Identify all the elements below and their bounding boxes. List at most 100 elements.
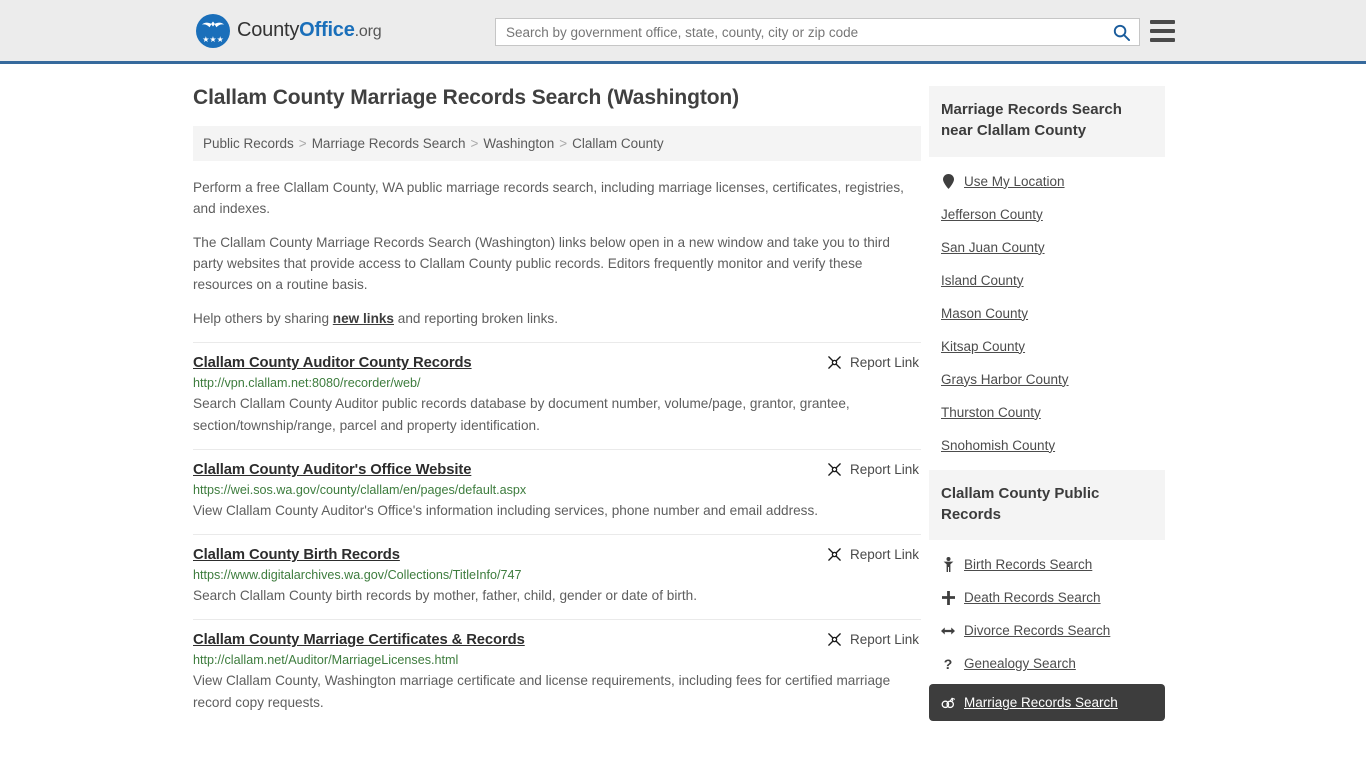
records-item-link[interactable]: Birth Records Search — [964, 557, 1092, 572]
eagle-seal-icon: ★★★ — [196, 13, 230, 48]
records-item-marriage-records-search[interactable]: Marriage Records Search — [929, 684, 1165, 722]
help-paragraph: Help others by sharing new links and rep… — [193, 308, 921, 329]
question-mark-icon-wrap: ? — [941, 657, 955, 671]
nearby-item-link[interactable]: Kitsap County — [941, 339, 1025, 354]
new-links-link[interactable]: new links — [333, 311, 394, 326]
report-link-button[interactable]: Report Link — [827, 355, 921, 370]
result-url[interactable]: http://vpn.clallam.net:8080/recorder/web… — [193, 376, 921, 390]
main-column: Clallam County Marriage Records Search (… — [193, 64, 921, 729]
nearby-item-link[interactable]: Grays Harbor County — [941, 372, 1069, 387]
report-link-label: Report Link — [849, 355, 919, 371]
logo-wordmark: CountyOffice.org — [237, 19, 382, 42]
result-item: Clallam County Auditor County Records Rep… — [193, 342, 921, 449]
result-item: Clallam County Auditor's Office Website R… — [193, 449, 921, 534]
records-item-divorce-records-search[interactable]: Divorce Records Search — [929, 614, 1165, 647]
intro-paragraph-2: The Clallam County Marriage Records Sear… — [193, 235, 890, 293]
nearby-item-grays-harbor-county[interactable]: Grays Harbor County — [929, 363, 1165, 396]
records-item-link[interactable]: Death Records Search — [964, 590, 1101, 605]
nearby-item-snohomish-county[interactable]: Snohomish County — [929, 429, 1165, 462]
result-description: Search Clallam County Auditor public rec… — [193, 396, 850, 434]
nearby-item-link[interactable]: Island County — [941, 273, 1024, 288]
rings-icon-wrap — [941, 697, 955, 709]
result-url[interactable]: https://www.digitalarchives.wa.gov/Colle… — [193, 568, 921, 582]
result-title-link[interactable]: Clallam County Birth Records — [193, 547, 400, 563]
unlink-icon — [828, 463, 841, 477]
rings-icon — [941, 697, 955, 708]
content-container: Clallam County Marriage Records Search (… — [193, 64, 1173, 729]
result-description: View Clallam County Auditor's Office's i… — [193, 503, 819, 519]
nearby-item-island-county[interactable]: Island County — [929, 264, 1165, 297]
search-icon — [1113, 24, 1130, 41]
result-url[interactable]: https://wei.sos.wa.gov/county/clallam/en… — [193, 483, 921, 497]
nearby-item-link[interactable]: Mason County — [941, 306, 1028, 321]
result-title-link[interactable]: Clallam County Auditor County Records — [193, 355, 472, 371]
nearby-item-jefferson-county[interactable]: Jefferson County — [929, 198, 1165, 231]
results-list: Clallam County Auditor County Records Rep… — [193, 342, 921, 726]
site-logo[interactable]: ★★★ CountyOffice.org — [196, 13, 382, 48]
hamburger-menu-icon[interactable] — [1150, 20, 1175, 42]
breadcrumb-item-public-records[interactable]: Public Records — [203, 136, 294, 151]
logo-text-office: Office — [299, 19, 355, 41]
nearby-item-link[interactable]: Jefferson County — [941, 207, 1043, 222]
search-button[interactable] — [1103, 19, 1139, 45]
breadcrumb-item-marriage-records-search[interactable]: Marriage Records Search — [312, 136, 466, 151]
records-item-link[interactable]: Divorce Records Search — [964, 623, 1110, 638]
breadcrumb-separator: > — [559, 136, 568, 151]
unlink-icon — [828, 548, 841, 562]
nearby-item-use-my-location[interactable]: Use My Location — [929, 165, 1165, 198]
nearby-item-link[interactable]: San Juan County — [941, 240, 1045, 255]
breadcrumb-item-clallam-county[interactable]: Clallam County — [572, 136, 664, 151]
result-description: Search Clallam County birth records by m… — [193, 588, 697, 604]
public-records-box: Clallam County Public Records Birth Reco… — [929, 469, 1165, 722]
records-item-link[interactable]: Genealogy Search — [964, 656, 1076, 671]
records-item-genealogy-search[interactable]: ? Genealogy Search — [929, 647, 1165, 680]
records-item-link[interactable]: Marriage Records Search — [964, 695, 1118, 710]
cross-icon-wrap — [941, 590, 955, 605]
records-item-birth-records-search[interactable]: Birth Records Search — [929, 548, 1165, 581]
cross-icon — [941, 590, 955, 605]
result-title-link[interactable]: Clallam County Marriage Certificates & R… — [193, 632, 525, 648]
hamburger-bar — [1150, 38, 1175, 42]
result-item: Clallam County Marriage Certificates & R… — [193, 619, 921, 726]
location-pin-icon-wrap — [941, 173, 955, 189]
breadcrumb-separator: > — [298, 136, 307, 151]
result-header: Clallam County Auditor's Office Website R… — [193, 462, 921, 478]
eagle-glyph — [201, 21, 225, 27]
report-link-label: Report Link — [849, 632, 919, 648]
page-body: Clallam County Marriage Records Search (… — [0, 64, 1366, 729]
search-bar[interactable] — [495, 18, 1140, 46]
baby-icon — [943, 557, 953, 573]
nearby-item-san-juan-county[interactable]: San Juan County — [929, 231, 1165, 264]
page-title: Clallam County Marriage Records Search (… — [193, 86, 740, 109]
logo-text-county: County — [237, 19, 300, 41]
intro-paragraph-1: Perform a free Clallam County, WA public… — [193, 180, 904, 217]
nearby-item-thurston-county[interactable]: Thurston County — [929, 396, 1165, 429]
nearby-item-mason-county[interactable]: Mason County — [929, 297, 1165, 330]
report-link-button[interactable]: Report Link — [827, 547, 921, 562]
location-pin-icon — [942, 173, 954, 189]
breadcrumb: Public Records > Marriage Records Search > W… — [193, 126, 921, 161]
nearby-item-kitsap-county[interactable]: Kitsap County — [929, 330, 1165, 363]
report-link-label: Report Link — [849, 547, 919, 563]
left-right-arrow-icon — [941, 627, 955, 635]
report-link-button[interactable]: Report Link — [827, 632, 921, 647]
question-mark-icon: ? — [943, 655, 953, 672]
search-input[interactable] — [496, 19, 1103, 45]
nearby-item-link[interactable]: Thurston County — [941, 405, 1041, 420]
public-records-heading: Clallam County Public Records — [929, 469, 1165, 541]
nearby-search-heading: Marriage Records Search near Clallam Cou… — [929, 86, 1165, 157]
unlink-icon — [828, 356, 841, 370]
nearby-search-box: Marriage Records Search near Clallam Cou… — [929, 86, 1165, 462]
result-title-link[interactable]: Clallam County Auditor's Office Website — [193, 462, 471, 478]
site-header: ★★★ CountyOffice.org — [0, 0, 1366, 64]
records-item-death-records-search[interactable]: Death Records Search — [929, 581, 1165, 614]
breadcrumb-item-washington[interactable]: Washington — [483, 136, 554, 151]
nearby-county-list: Use My Location Jefferson County San Juan … — [929, 157, 1165, 462]
nearby-item-link[interactable]: Snohomish County — [941, 438, 1055, 453]
result-url[interactable]: http://clallam.net/Auditor/MarriageLicen… — [193, 653, 921, 667]
result-header: Clallam County Marriage Certificates & R… — [193, 632, 921, 648]
nearby-item-link[interactable]: Use My Location — [964, 174, 1065, 189]
help-suffix: and reporting broken links. — [394, 311, 558, 327]
result-item: Clallam County Birth Records Report Link h… — [193, 534, 921, 619]
report-link-button[interactable]: Report Link — [827, 462, 921, 477]
